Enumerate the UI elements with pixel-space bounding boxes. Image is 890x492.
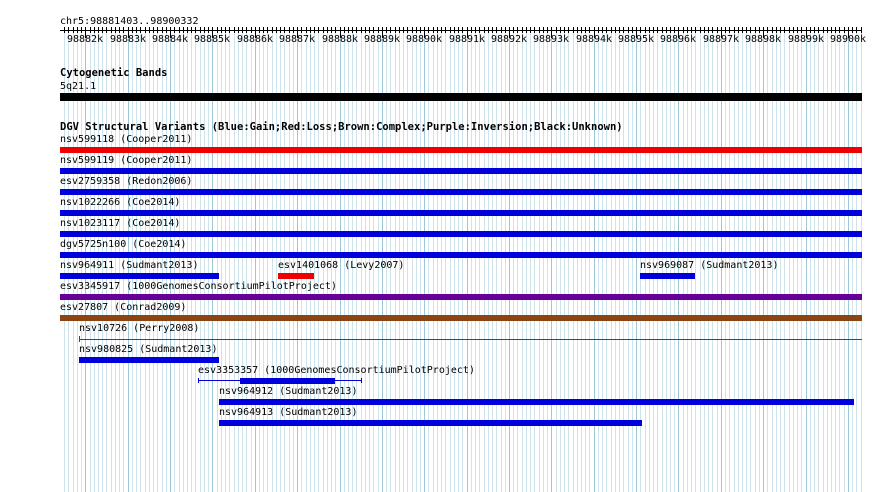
feature-label: nsv964912 (Sudmant2013) — [219, 386, 358, 397]
dgv-track-title: DGV Structural Variants (Blue:Gain;Red:L… — [60, 121, 623, 133]
ruler-tick-label: 98890k — [405, 34, 443, 45]
feature-label: esv2759358 (Redon2006) — [60, 176, 193, 187]
feature-end-cap — [79, 336, 80, 342]
feature-bar[interactable] — [219, 399, 854, 405]
ruler-tick-label: 98886k — [236, 34, 274, 45]
ruler-tick-label: 98892k — [490, 34, 528, 45]
feature-bar[interactable] — [219, 420, 642, 426]
feature-bar[interactable] — [60, 231, 862, 237]
ruler-tick-label: 98882k — [66, 34, 104, 45]
feature-bar[interactable] — [60, 252, 862, 258]
feature-bar[interactable] — [278, 273, 314, 279]
feature-bar[interactable] — [79, 357, 219, 363]
feature-label: esv27807 (Conrad2009) — [60, 302, 187, 313]
feature-bar[interactable] — [60, 210, 862, 216]
ruler-tick-label: 98884k — [151, 34, 189, 45]
feature-bar[interactable] — [60, 294, 862, 300]
ruler-tick-label: 98899k — [787, 34, 825, 45]
feature-label: nsv980825 (Sudmant2013) — [79, 344, 218, 355]
ruler-tick-label: 98893k — [532, 34, 570, 45]
ruler-tick-label: 98891k — [448, 34, 486, 45]
feature-label: nsv969087 (Sudmant2013) — [640, 260, 779, 271]
feature-label: nsv964913 (Sudmant2013) — [219, 407, 358, 418]
feature-bar[interactable] — [60, 168, 862, 174]
ruler-tick-label: 98887k — [278, 34, 316, 45]
ruler-tick-label: 98885k — [193, 34, 231, 45]
ruler-tick-label: 98896k — [659, 34, 697, 45]
feature-label: nsv10726 (Perry2008) — [79, 323, 200, 334]
ruler-tick-label: 98894k — [575, 34, 613, 45]
ruler-tick-label: 98889k — [363, 34, 401, 45]
ruler-tick-label: 98897k — [702, 34, 740, 45]
ruler-tick-label: 98898k — [744, 34, 782, 45]
feature-end-cap — [361, 378, 362, 383]
ruler-tick-label: 98888k — [321, 34, 359, 45]
feature-label: dgv5725n100 (Coe2014) — [60, 239, 187, 250]
feature-bar[interactable] — [640, 273, 695, 279]
feature-bar[interactable] — [60, 273, 219, 279]
feature-label: esv3345917 (1000GenomesConsortiumPilotPr… — [60, 281, 337, 292]
cytoband-bar[interactable] — [60, 93, 862, 101]
ruler-tick-label: 98883k — [109, 34, 147, 45]
feature-end-cap — [198, 378, 199, 383]
feature-label: nsv599119 (Cooper2011) — [60, 155, 193, 166]
feature-label: nsv1022266 (Coe2014) — [60, 197, 181, 208]
feature-bar[interactable] — [60, 189, 862, 195]
ruler-tick-label: 98895k — [617, 34, 655, 45]
cytoband-label: 5q21.1 — [60, 81, 97, 92]
feature-label: nsv599118 (Cooper2011) — [60, 134, 193, 145]
feature-bar[interactable] — [60, 147, 862, 153]
feature-label: nsv1023117 (Coe2014) — [60, 218, 181, 229]
ruler-tick-label: 98900k — [829, 34, 867, 45]
location-label: chr5:98881403..98900332 — [60, 16, 199, 27]
feature-label: nsv964911 (Sudmant2013) — [60, 260, 199, 271]
feature-bar[interactable] — [240, 378, 335, 384]
feature-bar[interactable] — [79, 339, 862, 340]
feature-label: esv1401068 (Levy2007) — [278, 260, 405, 271]
cytoband-track-title: Cytogenetic Bands — [60, 67, 168, 79]
feature-bar[interactable] — [60, 315, 862, 321]
feature-label: esv3353357 (1000GenomesConsortiumPilotPr… — [198, 365, 475, 376]
